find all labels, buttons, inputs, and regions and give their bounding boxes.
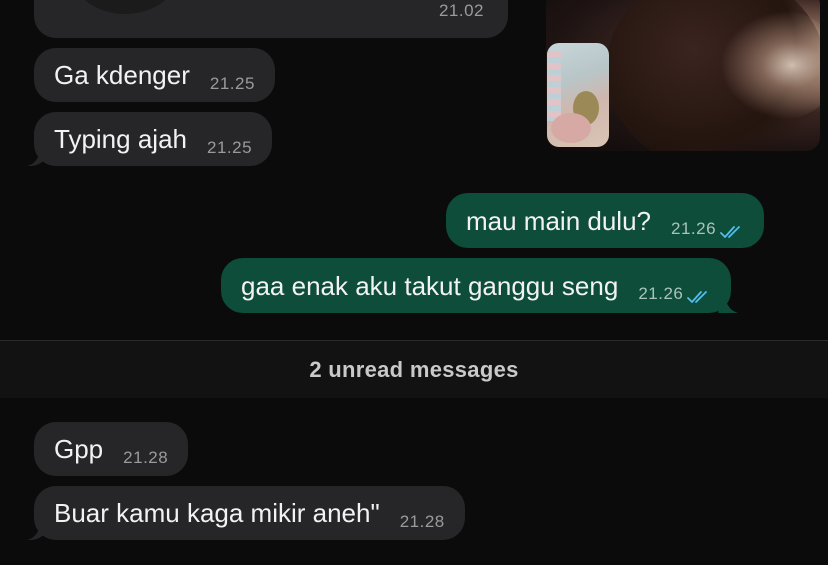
message-time: 21.28 <box>123 447 169 467</box>
message-time: 21.28 <box>399 511 445 531</box>
previous-message-bubble[interactable]: 21.02 <box>34 0 508 38</box>
unread-messages-divider: 2 unread messages <box>0 340 828 398</box>
message-text: Ga kdenger <box>54 60 190 90</box>
message-text: Typing ajah <box>54 124 187 154</box>
message-text: Gpp <box>54 434 104 464</box>
message-text: gaa enak aku takut ganggu seng <box>241 270 619 301</box>
message-bubble-incoming[interactable]: Ga kdenger 21.25 <box>34 48 275 102</box>
attachment-thumbnail[interactable] <box>70 0 180 14</box>
message-time: 21.26 <box>671 219 717 238</box>
chat-screen: 21.02 Ga kdenger 21.25 Typing ajah 21.25… <box>0 0 828 565</box>
message-bubble-outgoing[interactable]: gaa enak aku takut ganggu seng 21.26 <box>221 258 732 313</box>
double-check-icon <box>720 217 744 243</box>
unread-messages-label: 2 unread messages <box>309 356 519 382</box>
message-bubble-outgoing[interactable]: mau main dulu? 21.26 <box>446 193 765 248</box>
self-view-thumbnail <box>547 43 609 147</box>
message-bubble-incoming[interactable]: Gpp 21.28 <box>34 422 189 476</box>
message-bubble-incoming[interactable]: Typing ajah 21.25 <box>34 112 273 166</box>
message-time: 21.25 <box>206 137 253 157</box>
message-bubble-incoming[interactable]: Buar kamu kaga mikir aneh" 21.28 <box>34 486 465 540</box>
message-time: 21.26 <box>638 284 684 303</box>
message-time: 21.02 <box>438 1 484 20</box>
message-text: mau main dulu? <box>466 205 651 236</box>
message-time: 21.25 <box>209 73 255 93</box>
message-text: Buar kamu kaga mikir aneh" <box>54 498 380 528</box>
double-check-icon <box>687 282 711 308</box>
